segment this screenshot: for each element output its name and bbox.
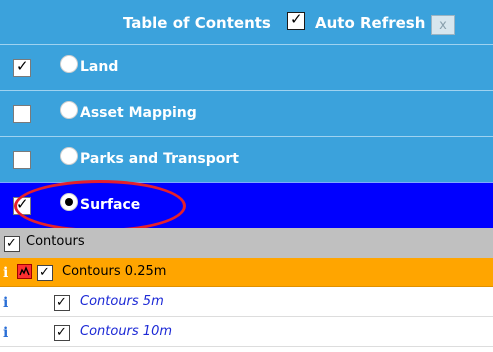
layer-label-surface: Surface xyxy=(80,197,141,213)
info-icon[interactable]: i xyxy=(3,265,13,281)
layer-checkbox-asset-mapping[interactable] xyxy=(13,105,31,123)
radio-icon[interactable] xyxy=(60,55,78,73)
checkmark-icon: ✓ xyxy=(290,10,303,28)
auto-refresh-checkbox[interactable]: ✓ xyxy=(287,10,305,30)
sublayer-label-contours-10m[interactable]: Contours 10m xyxy=(80,324,172,339)
checkmark-icon: ✓ xyxy=(56,325,67,340)
sublayer-checkbox-contours-10m[interactable]: ✓ xyxy=(54,325,70,341)
sublayer-label-contours-5m[interactable]: Contours 5m xyxy=(80,294,164,309)
close-button[interactable]: x xyxy=(431,15,455,35)
checkmark-icon: ✓ xyxy=(16,57,29,75)
info-icon[interactable]: i xyxy=(3,325,13,341)
toc-header: Table of Contents ✓ Auto Refresh x xyxy=(0,0,493,44)
layer-label-asset-mapping: Asset Mapping xyxy=(80,105,197,121)
layer-checkbox-surface[interactable]: ✓ xyxy=(13,195,31,215)
radio-icon[interactable] xyxy=(60,193,78,211)
checkmark-icon: ✓ xyxy=(6,236,17,251)
layer-checkbox-land[interactable]: ✓ xyxy=(13,57,31,77)
sublayer-row-contours-5m[interactable]: i ✓ Contours 5m xyxy=(0,288,493,317)
layer-row-parks-and-transport[interactable]: Parks and Transport xyxy=(0,136,493,182)
checkmark-icon: ✓ xyxy=(39,265,50,280)
checkmark-icon: ✓ xyxy=(16,195,29,213)
layer-row-surface[interactable]: ✓ Surface xyxy=(0,182,493,228)
legend-icon[interactable] xyxy=(17,264,32,279)
layer-label-parks-and-transport: Parks and Transport xyxy=(80,151,239,167)
group-row-contours[interactable]: ✓ Contours xyxy=(0,228,493,258)
group-checkbox-contours[interactable]: ✓ xyxy=(4,236,20,252)
sublayer-label-contours-025m: Contours 0.25m xyxy=(62,264,167,279)
checkmark-icon: ✓ xyxy=(56,295,67,310)
layer-row-land[interactable]: ✓ Land xyxy=(0,44,493,90)
toc-title: Table of Contents xyxy=(123,14,271,32)
auto-refresh-label: Auto Refresh xyxy=(315,14,426,32)
layer-label-land: Land xyxy=(80,59,119,75)
layer-checkbox-parks-and-transport[interactable] xyxy=(13,151,31,169)
sublayer-row-contours-10m[interactable]: i ✓ Contours 10m xyxy=(0,318,493,347)
group-label-contours: Contours xyxy=(26,234,85,249)
layer-row-asset-mapping[interactable]: Asset Mapping xyxy=(0,90,493,136)
sublayer-checkbox-contours-5m[interactable]: ✓ xyxy=(54,295,70,311)
sublayer-checkbox-contours-025m[interactable]: ✓ xyxy=(37,265,53,281)
radio-icon[interactable] xyxy=(60,101,78,119)
info-icon[interactable]: i xyxy=(3,295,13,311)
radio-icon[interactable] xyxy=(60,147,78,165)
sublayer-row-contours-025m[interactable]: i ✓ Contours 0.25m xyxy=(0,258,493,287)
